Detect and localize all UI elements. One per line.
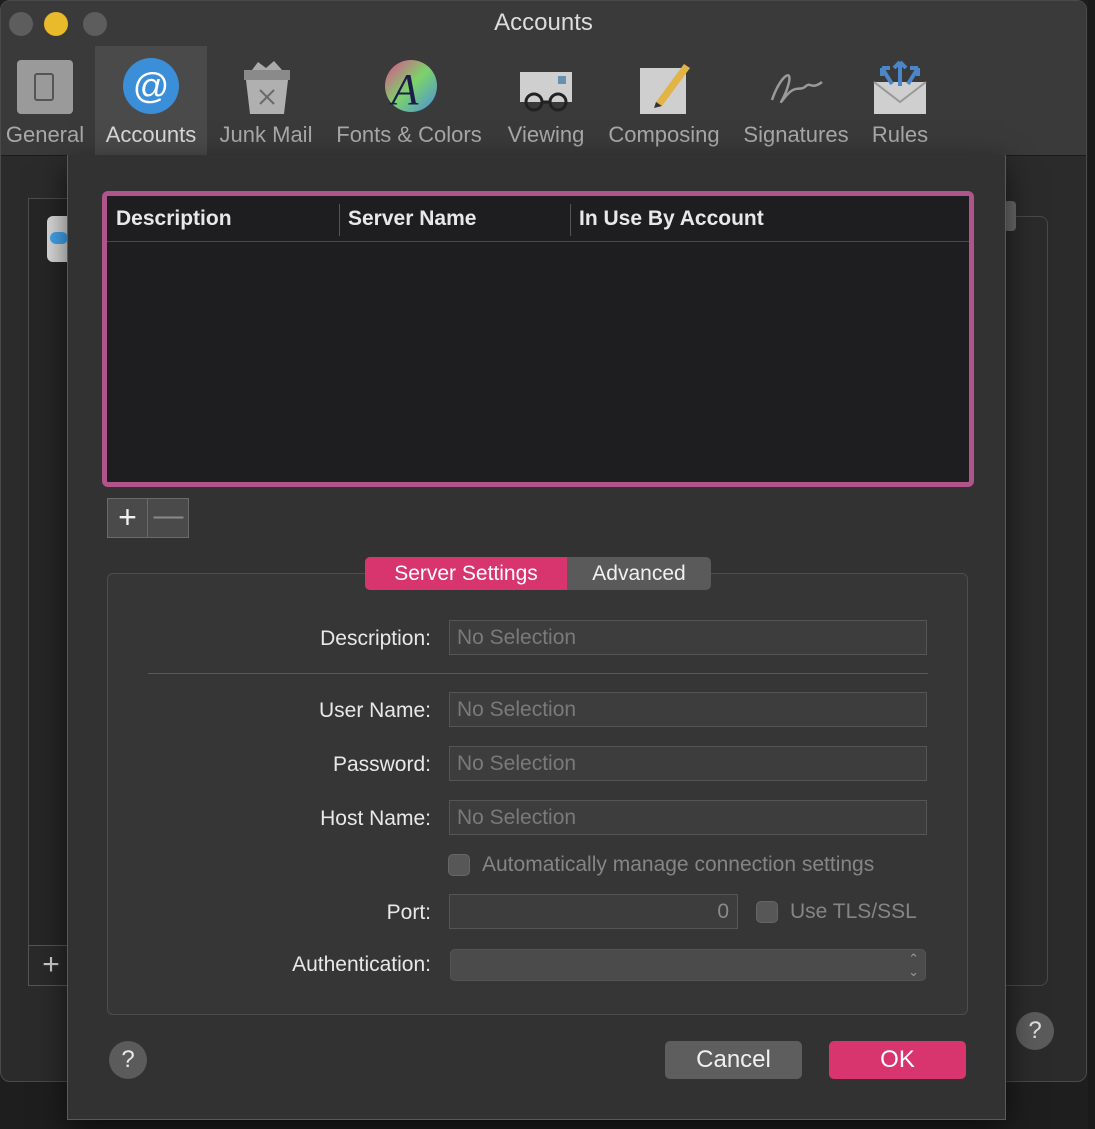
- select-arrows-icon: ⌃ ⌄: [908, 951, 919, 979]
- at-sign-icon: @: [123, 58, 179, 114]
- tab-server-settings[interactable]: Server Settings: [365, 557, 567, 590]
- hostname-label: Host Name:: [320, 807, 431, 830]
- username-label: User Name:: [318, 699, 431, 722]
- tls-label: Use TLS/SSL: [790, 900, 917, 923]
- auto-manage-label: Automatically manage connection settings: [482, 853, 875, 876]
- prefs-help-button[interactable]: ?: [1016, 1012, 1054, 1050]
- signature-icon: [770, 74, 823, 104]
- toolbar-label-junk-mail: Junk Mail: [219, 122, 313, 147]
- column-header-server-name[interactable]: Server Name: [339, 196, 571, 242]
- hostname-field[interactable]: No Selection: [449, 800, 927, 835]
- smtp-server-sheet: Description Server Name In Use By Accoun…: [67, 155, 1006, 1120]
- password-label: Password:: [332, 753, 431, 776]
- auto-manage-checkbox[interactable]: [448, 854, 470, 876]
- authentication-select[interactable]: ⌃ ⌄: [450, 949, 926, 981]
- general-icon: [17, 60, 73, 114]
- svg-text:A: A: [389, 65, 420, 114]
- form-divider: [148, 673, 928, 674]
- settings-tab-control: Server Settings Advanced: [365, 557, 711, 590]
- tab-advanced[interactable]: Advanced: [567, 557, 711, 590]
- toolbar-item-junk-mail[interactable]: Junk Mail: [213, 46, 319, 156]
- toolbar-item-rules[interactable]: Rules: [863, 46, 937, 156]
- toolbar-label-accounts: Accounts: [105, 122, 197, 147]
- table-header: Description Server Name In Use By Accoun…: [107, 196, 969, 242]
- font-colors-icon: A: [385, 60, 437, 114]
- toolbar-item-composing[interactable]: Composing: [599, 46, 729, 156]
- column-header-description[interactable]: Description: [107, 196, 339, 242]
- toolbar-label-fonts-colors: Fonts & Colors: [336, 122, 482, 147]
- glasses-icon: [520, 72, 572, 112]
- port-field[interactable]: 0: [449, 894, 738, 929]
- server-list-table[interactable]: Description Server Name In Use By Accoun…: [102, 191, 974, 487]
- window-title: Accounts: [494, 9, 593, 36]
- authentication-label: Authentication:: [292, 953, 431, 976]
- title-bar: Accounts General @ Accounts Junk Mail A …: [1, 1, 1086, 156]
- ok-button[interactable]: OK: [829, 1041, 966, 1079]
- username-field[interactable]: No Selection: [449, 692, 927, 727]
- add-remove-control: + —: [107, 498, 189, 538]
- add-server-button[interactable]: +: [108, 499, 148, 537]
- toolbar-item-fonts-colors[interactable]: A Fonts & Colors: [327, 46, 491, 156]
- description-label: Description:: [320, 627, 431, 650]
- toolbar-item-viewing[interactable]: Viewing: [499, 46, 593, 156]
- remove-server-button[interactable]: —: [149, 499, 188, 537]
- background-window-edge: [1088, 0, 1095, 1129]
- toolbar-label-composing: Composing: [608, 122, 720, 147]
- description-field[interactable]: No Selection: [449, 620, 927, 655]
- toolbar-label-rules: Rules: [871, 122, 929, 147]
- cancel-button[interactable]: Cancel: [665, 1041, 802, 1079]
- password-field[interactable]: No Selection: [449, 746, 927, 781]
- toolbar-item-accounts[interactable]: @ Accounts: [95, 46, 207, 156]
- tls-checkbox[interactable]: [756, 901, 778, 923]
- toolbar-label-signatures: Signatures: [743, 122, 849, 147]
- help-button[interactable]: ?: [109, 1041, 147, 1079]
- toolbar-label-viewing: Viewing: [507, 122, 585, 147]
- toolbar-item-general[interactable]: General: [1, 46, 89, 156]
- column-header-in-use-by-account[interactable]: In Use By Account: [570, 196, 960, 242]
- account-detail-panel: [1001, 216, 1048, 986]
- svg-text:@: @: [133, 65, 170, 106]
- envelope-arrows-icon: [873, 60, 927, 114]
- trash-icon: [244, 61, 290, 114]
- icloud-icon: [50, 232, 68, 244]
- toolbar-label-general: General: [5, 122, 85, 147]
- port-label: Port:: [386, 901, 431, 924]
- pencil-icon: [640, 64, 690, 114]
- toolbar-item-signatures[interactable]: Signatures: [735, 46, 857, 156]
